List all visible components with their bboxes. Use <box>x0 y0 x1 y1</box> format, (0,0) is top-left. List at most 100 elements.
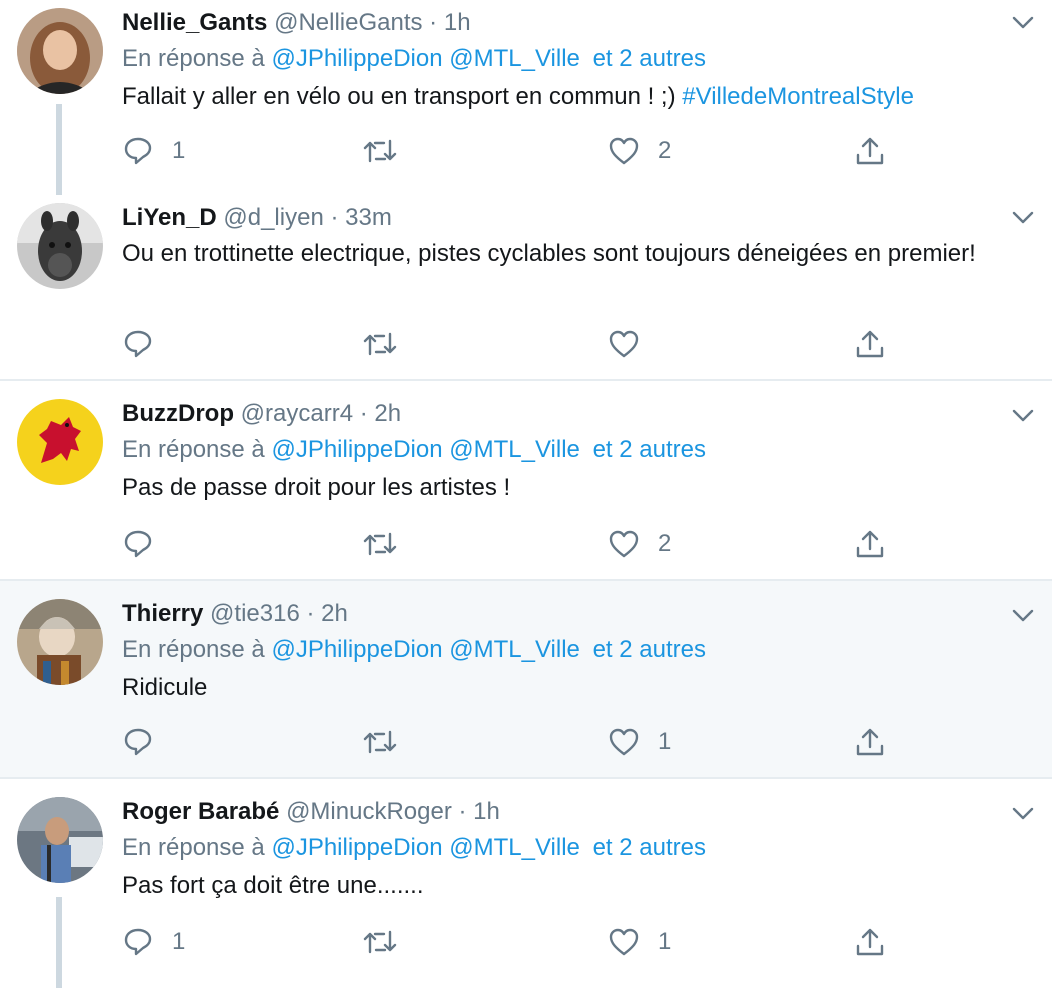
share-button[interactable] <box>854 527 886 561</box>
thread-line <box>56 104 62 195</box>
mention-link[interactable]: @MTL_Ville <box>449 45 580 72</box>
share-button[interactable] <box>854 725 886 759</box>
handle[interactable]: @NellieGants <box>274 9 422 36</box>
avatar[interactable] <box>17 797 103 883</box>
thread-line <box>56 897 62 988</box>
handle[interactable]: @tie316 <box>210 600 300 627</box>
like-button[interactable]: 2 <box>608 527 671 561</box>
others-link[interactable]: et 2 autres <box>593 436 706 463</box>
heart-icon <box>609 530 639 558</box>
mention-link[interactable]: @JPhilippeDion <box>271 436 442 463</box>
reply-label: En réponse à <box>122 436 265 463</box>
handle[interactable]: @MinuckRoger <box>286 798 452 825</box>
tweet-text: Ridicule <box>122 674 208 701</box>
display-name[interactable]: Nellie_Gants <box>122 9 267 36</box>
like-button[interactable]: 1 <box>608 925 671 959</box>
tweet-content: Thierry @tie316 · 2h En réponse à @JPhil… <box>122 597 1032 706</box>
handle[interactable]: @raycarr4 <box>241 400 353 427</box>
timestamp[interactable]: 2h <box>321 600 348 627</box>
tweet-feed: Nellie_Gants @NellieGants · 1h En répons… <box>0 0 1052 988</box>
tweet-header: BuzzDrop @raycarr4 · 2h <box>122 400 402 427</box>
others-link[interactable]: et 2 autres <box>593 45 706 72</box>
reply-icon <box>124 728 152 756</box>
tweet-text: Pas fort ça doit être une....... <box>122 872 424 899</box>
tweet[interactable]: Thierry @tie316 · 2h En réponse à @JPhil… <box>0 579 1052 777</box>
others-link[interactable]: et 2 autres <box>593 636 706 663</box>
avatar[interactable] <box>17 203 103 289</box>
reply-label: En réponse à <box>122 45 265 72</box>
mention-link[interactable]: @MTL_Ville <box>449 834 580 861</box>
retweet-button[interactable] <box>362 925 416 959</box>
tweet[interactable]: Nellie_Gants @NellieGants · 1h En répons… <box>0 0 1052 195</box>
share-icon <box>856 137 884 165</box>
chevron-down-icon[interactable] <box>1012 16 1034 30</box>
reply-count: 1 <box>172 137 186 164</box>
retweet-icon <box>363 930 397 954</box>
share-icon <box>856 530 884 558</box>
display-name[interactable]: Roger Barabé <box>122 798 279 825</box>
reply-icon <box>124 928 152 956</box>
share-button[interactable] <box>854 925 886 959</box>
share-button[interactable] <box>854 327 886 361</box>
retweet-button[interactable] <box>362 134 416 168</box>
retweet-button[interactable] <box>362 527 416 561</box>
like-button[interactable] <box>608 327 658 361</box>
tweet[interactable]: Roger Barabé @MinuckRoger · 1h En répons… <box>0 777 1052 988</box>
mention-link[interactable]: @MTL_Ville <box>449 436 580 463</box>
reply-context: En réponse à @JPhilippeDion @MTL_Ville e… <box>122 431 1032 469</box>
hashtag-link[interactable]: #VilledeMontrealStyle <box>682 83 914 110</box>
like-count: 1 <box>658 728 672 755</box>
share-button[interactable] <box>854 134 886 168</box>
handle[interactable]: @d_liyen <box>223 204 323 231</box>
display-name[interactable]: Thierry <box>122 600 203 627</box>
retweet-button[interactable] <box>362 725 416 759</box>
reply-button[interactable] <box>122 725 172 759</box>
tweet-text: Ou en trottinette electrique, pistes cyc… <box>122 240 976 267</box>
tweet[interactable]: LiYen_D @d_liyen · 33m Ou en trottinette… <box>0 195 1052 379</box>
heart-icon <box>609 728 639 756</box>
chevron-down-icon[interactable] <box>1012 609 1034 623</box>
tweet-text: Pas de passe droit pour les artistes ! <box>122 474 511 501</box>
like-button[interactable]: 2 <box>608 134 671 168</box>
retweet-button[interactable] <box>362 327 416 361</box>
action-bar: 2 <box>122 527 902 561</box>
others-link[interactable]: et 2 autres <box>593 834 706 861</box>
display-name[interactable]: LiYen_D <box>122 204 217 231</box>
like-button[interactable]: 1 <box>608 725 671 759</box>
tweet-content: BuzzDrop @raycarr4 · 2h En réponse à @JP… <box>122 397 1032 506</box>
chevron-down-icon[interactable] <box>1012 409 1034 423</box>
tweet-header: Roger Barabé @MinuckRoger · 1h <box>122 798 500 825</box>
reply-button[interactable]: 1 <box>122 134 185 168</box>
chevron-down-icon[interactable] <box>1012 211 1034 225</box>
tweet-body: Fallait y aller en vélo ou en transport … <box>122 83 683 110</box>
avatar[interactable] <box>17 599 103 685</box>
mention-link[interactable]: @MTL_Ville <box>449 636 580 663</box>
timestamp[interactable]: 1h <box>473 798 500 825</box>
tweet-content: Roger Barabé @MinuckRoger · 1h En répons… <box>122 795 1032 904</box>
reply-count: 1 <box>172 928 186 955</box>
reply-button[interactable] <box>122 327 172 361</box>
reply-context: En réponse à @JPhilippeDion @MTL_Ville e… <box>122 829 1032 867</box>
share-icon <box>856 330 884 358</box>
reply-button[interactable]: 1 <box>122 925 185 959</box>
retweet-icon <box>363 532 397 556</box>
avatar[interactable] <box>17 8 103 94</box>
mention-link[interactable]: @JPhilippeDion <box>271 636 442 663</box>
reply-button[interactable] <box>122 527 172 561</box>
chevron-down-icon[interactable] <box>1012 807 1034 821</box>
action-bar: 1 <box>122 725 902 759</box>
mention-link[interactable]: @JPhilippeDion <box>271 45 442 72</box>
timestamp[interactable]: 2h <box>374 400 401 427</box>
tweet-header: LiYen_D @d_liyen · 33m <box>122 204 392 231</box>
reply-label: En réponse à <box>122 636 265 663</box>
display-name[interactable]: BuzzDrop <box>122 400 234 427</box>
timestamp[interactable]: 1h <box>444 9 471 36</box>
timestamp[interactable]: 33m <box>345 204 392 231</box>
share-icon <box>856 728 884 756</box>
action-bar: 1 2 <box>122 134 902 168</box>
avatar[interactable] <box>17 399 103 485</box>
tweet[interactable]: BuzzDrop @raycarr4 · 2h En réponse à @JP… <box>0 379 1052 579</box>
heart-icon <box>609 330 639 358</box>
mention-link[interactable]: @JPhilippeDion <box>271 834 442 861</box>
like-count: 1 <box>658 928 672 955</box>
